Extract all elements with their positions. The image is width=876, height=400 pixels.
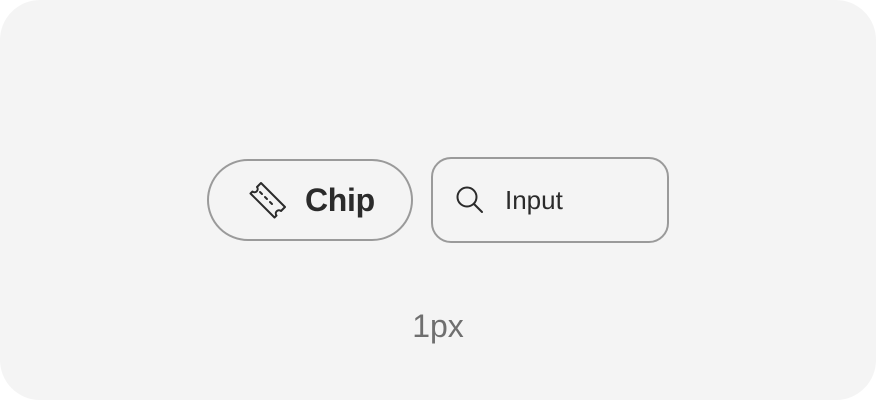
- search-input[interactable]: Input: [431, 157, 669, 243]
- search-icon: [453, 183, 487, 217]
- chip[interactable]: Chip: [207, 159, 413, 241]
- border-width-caption: 1px: [412, 308, 464, 344]
- chip-label: Chip: [305, 182, 375, 218]
- ticket-icon: [247, 179, 289, 221]
- showcase-canvas: Chip Input 1px: [0, 0, 876, 400]
- input-value: Input: [505, 185, 563, 215]
